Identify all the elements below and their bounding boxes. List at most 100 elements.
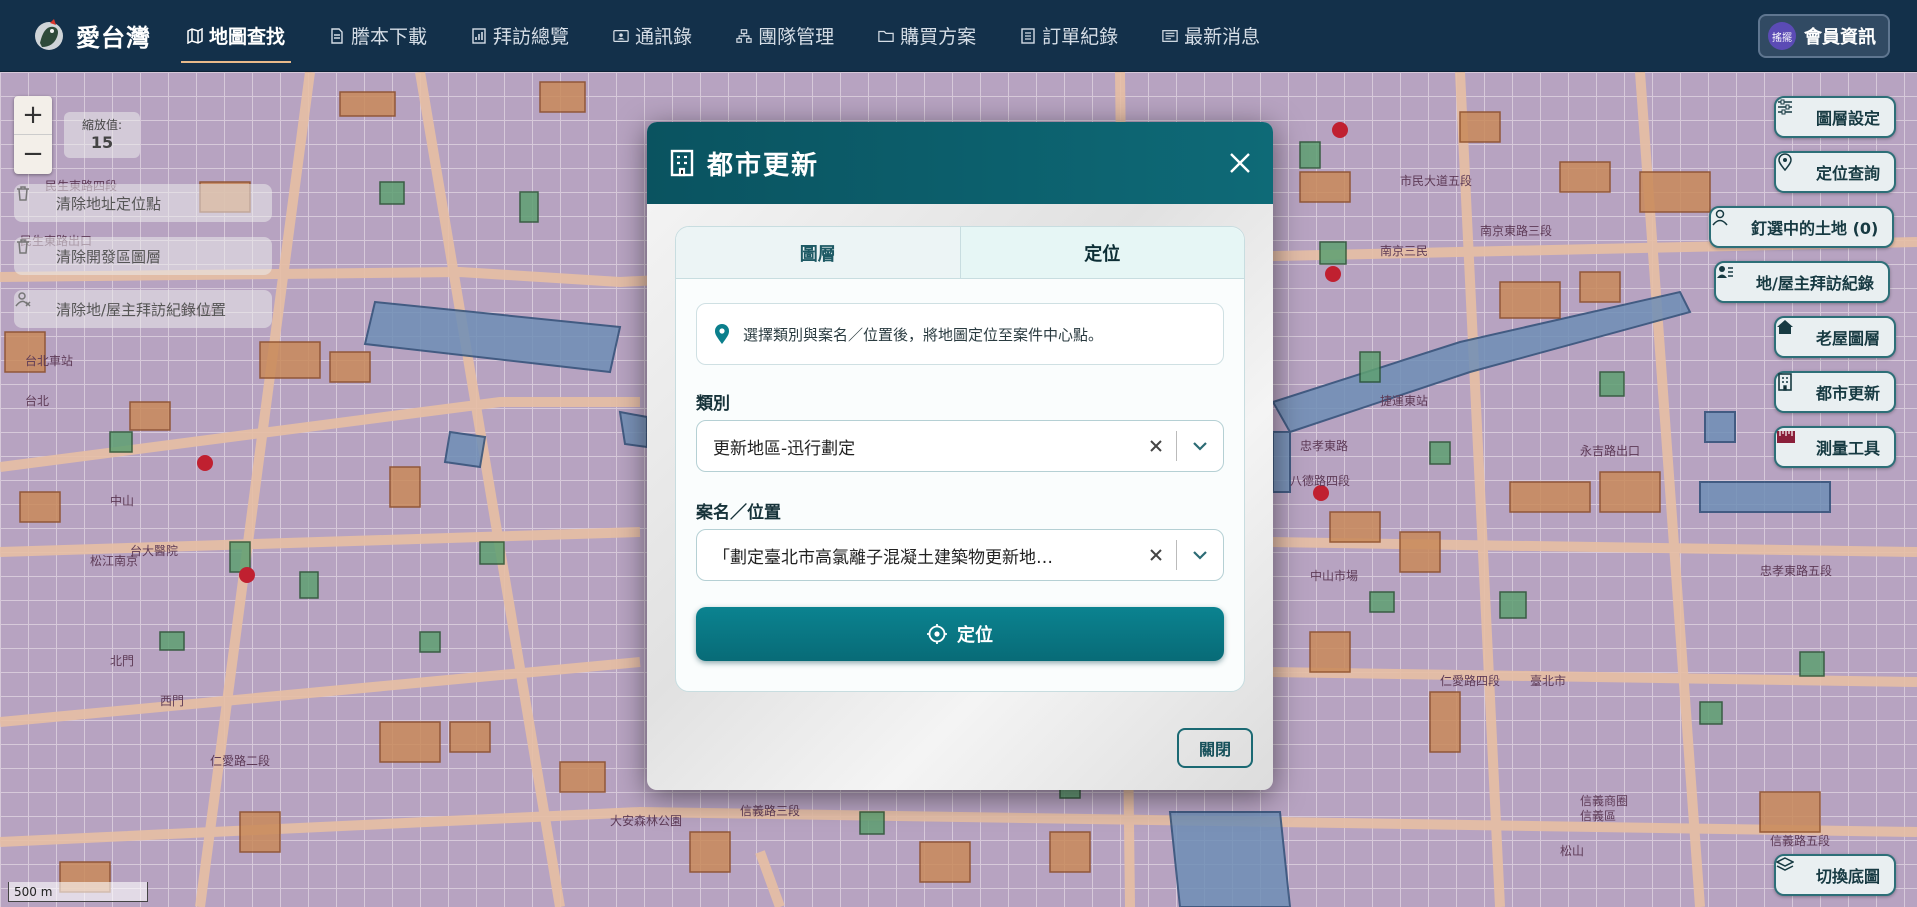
app-title: 愛台灣: [76, 24, 151, 52]
nav-item-team-management[interactable]: 團隊管理: [730, 13, 840, 59]
location-pin-icon: [713, 323, 731, 345]
urban-renewal-dialog: 都市更新 圖層 定位 選擇類別與案名／位置後，將地圖定位至案件中心點。 類別 更…: [647, 122, 1273, 790]
ruler-icon: [1777, 431, 1806, 456]
map-place-label: 西門: [160, 694, 185, 708]
map-place-label: 仁愛路四段: [1440, 674, 1501, 688]
nav-item-news[interactable]: 最新消息: [1156, 13, 1266, 59]
clear-owner-visit-locations-label: 清除地/屋主拜訪紀錄位置: [56, 300, 227, 319]
close-icon[interactable]: [1223, 146, 1257, 180]
measure-tool-label: 測量工具: [1816, 439, 1881, 458]
nav-item-order-records[interactable]: 訂單紀錄: [1014, 13, 1124, 59]
map-place-label: 忠孝東路: [1300, 439, 1349, 453]
building-icon: [669, 149, 695, 177]
document-icon: [329, 27, 345, 44]
case-name-select[interactable]: 「劃定臺北市高氯離子混凝土建築物更新地…: [696, 529, 1224, 581]
clear-icon[interactable]: [1136, 539, 1176, 571]
nav-item-label: 地圖查找: [209, 26, 286, 48]
clear-development-layer-label: 清除開發區圖層: [56, 247, 162, 266]
member-info-label: 會員資訊: [1804, 27, 1876, 48]
dialog-title: 都市更新: [707, 150, 820, 181]
layers-icon: [1776, 857, 1806, 884]
nav-item-label: 拜訪總覽: [493, 26, 570, 48]
map-place-label: 信義路三段: [740, 804, 801, 818]
zoom-in-button[interactable]: +: [14, 96, 52, 134]
map-place-label: 捷運東站: [1380, 394, 1429, 408]
user-icon: [1712, 209, 1741, 236]
user-remove-icon: [15, 292, 46, 318]
locate-button[interactable]: 定位: [696, 607, 1224, 661]
clear-icon[interactable]: [1136, 430, 1176, 462]
category-label: 類別: [696, 394, 730, 414]
app-logo[interactable]: 愛台灣: [30, 17, 151, 55]
tab-layers[interactable]: 圖層: [676, 227, 960, 278]
trash-icon: [17, 239, 46, 265]
clear-address-pin-button[interactable]: 清除地址定位點: [14, 184, 272, 222]
nav-item-transcript-download[interactable]: 謄本下載: [323, 13, 433, 59]
locate-button-label: 定位: [957, 625, 993, 646]
clear-owner-visit-locations-button[interactable]: 清除地/屋主拜訪紀錄位置: [14, 290, 272, 328]
member-info-button[interactable]: 搖擺 會員資訊: [1758, 14, 1890, 58]
location-search-label: 定位查詢: [1816, 164, 1881, 183]
trash-icon: [17, 186, 46, 212]
map-place-label: 中山: [110, 494, 135, 508]
location-pin-icon: [1778, 153, 1806, 181]
tab-locate[interactable]: 定位: [959, 227, 1244, 278]
clear-development-layer-button[interactable]: 清除開發區圖層: [14, 237, 272, 275]
location-search-button[interactable]: 定位查詢: [1774, 151, 1897, 193]
map-place-label: 中山市場: [1310, 569, 1359, 583]
info-hint-text: 選擇類別與案名／位置後，將地圖定位至案件中心點。: [743, 325, 1104, 344]
map-icon: [187, 27, 203, 44]
crosshair-icon: [927, 624, 947, 644]
urban-renewal-button[interactable]: 都市更新: [1774, 371, 1897, 413]
chevron-down-icon[interactable]: [1177, 430, 1223, 462]
nav-item-map-search[interactable]: 地圖查找: [181, 13, 292, 63]
info-hint: 選擇類別與案名／位置後，將地圖定位至案件中心點。: [696, 303, 1224, 365]
dialog-tabs: 圖層 定位: [676, 227, 1244, 279]
list-icon: [1020, 27, 1036, 44]
owner-visit-records-label: 地/屋主拜訪紀錄: [1756, 274, 1874, 293]
chart-icon: [471, 27, 487, 44]
measure-tool-button[interactable]: 測量工具: [1774, 426, 1897, 468]
pinned-land-label: 釘選中的土地 (0): [1751, 219, 1879, 238]
nav-item-label: 謄本下載: [351, 26, 428, 48]
map-place-label: 信義路五段: [1770, 834, 1831, 848]
switch-basemap-button[interactable]: 切換底圖: [1774, 854, 1897, 896]
chevron-down-icon[interactable]: [1177, 539, 1223, 571]
contact-card-icon: [613, 28, 629, 44]
map-place-label: 仁愛路二段: [210, 754, 271, 768]
nav-item-purchase-plans[interactable]: 購買方案: [872, 13, 982, 59]
map-place-label: 忠孝東路五段: [1760, 564, 1833, 578]
map-place-label: 松山: [1560, 844, 1585, 858]
main-nav: 地圖查找 謄本下載 拜訪總覽 通訊錄 團隊管理 購買方案 訂單紀錄 最新消息: [181, 0, 1298, 72]
nav-item-contacts[interactable]: 通訊錄: [607, 13, 698, 59]
news-icon: [1162, 28, 1178, 44]
map-place-label: 八德路四段: [1290, 474, 1351, 488]
zoom-control: + −: [14, 96, 52, 174]
old-house-layer-label: 老屋圖層: [1816, 329, 1881, 348]
map-place-label: 台北: [25, 394, 50, 408]
zoom-level-value: 15: [90, 133, 114, 152]
category-select-value: 更新地區-迅行劃定: [713, 438, 856, 459]
avatar: 搖擺: [1768, 22, 1796, 50]
case-name-select-value: 「劃定臺北市高氯離子混凝土建築物更新地…: [713, 547, 1053, 568]
nav-item-visit-overview[interactable]: 拜訪總覽: [465, 13, 575, 59]
map-place-label: 南京三民: [1380, 244, 1429, 258]
logo-icon: [30, 17, 68, 55]
nav-item-label: 購買方案: [900, 26, 977, 48]
close-button[interactable]: 關閉: [1177, 728, 1253, 768]
nav-item-label: 通訊錄: [635, 26, 693, 48]
top-nav-bar: 愛台灣 地圖查找 謄本下載 拜訪總覽 通訊錄 團隊管理 購買方案 訂單紀錄 最新…: [0, 0, 1917, 72]
zoom-out-button[interactable]: −: [14, 134, 52, 172]
user-list-icon: [1717, 266, 1746, 291]
layer-settings-button[interactable]: 圖層設定: [1774, 96, 1897, 138]
category-select[interactable]: 更新地區-迅行劃定: [696, 420, 1224, 472]
pinned-land-button[interactable]: 釘選中的土地 (0): [1709, 206, 1895, 248]
switch-basemap-label: 切換底圖: [1816, 867, 1881, 886]
map-place-label: 台北車站: [25, 354, 74, 368]
owner-visit-records-button[interactable]: 地/屋主拜訪紀錄: [1714, 261, 1890, 303]
nav-item-label: 團隊管理: [758, 26, 835, 48]
urban-renewal-label: 都市更新: [1816, 384, 1881, 403]
nav-item-label: 最新消息: [1184, 26, 1261, 48]
building-icon: [1778, 373, 1806, 401]
old-house-layer-button[interactable]: 老屋圖層: [1774, 316, 1897, 358]
